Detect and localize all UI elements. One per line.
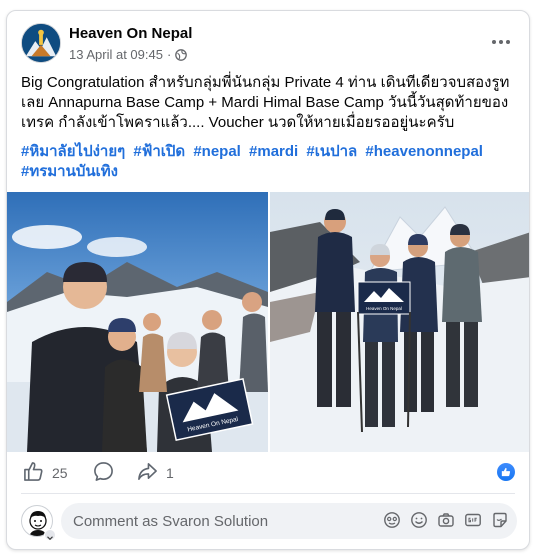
like-count: 25 [52, 465, 68, 481]
post-meta: 13 April at 09:45 · [69, 47, 188, 62]
sticker-icon[interactable] [383, 511, 401, 529]
photo-gallery: Heaven On Nepal Heaven On Nepal [7, 192, 529, 452]
share-count: 1 [166, 465, 174, 481]
meta-separator: · [166, 47, 172, 62]
hashtag-link[interactable]: #ฟ้าเปิด [133, 143, 185, 160]
post-header: Heaven On Nepal 13 April at 09:45 · [7, 11, 529, 69]
divider [21, 493, 515, 494]
comment-icon [93, 461, 114, 485]
comment-tools [383, 511, 509, 529]
comment-input[interactable] [73, 512, 373, 530]
chevron-down-icon[interactable] [44, 529, 56, 541]
post-stats: 25 1 [7, 457, 529, 489]
gif-icon[interactable] [464, 511, 482, 529]
post-body-line: เลย Annapurna Base Camp + Mardi Himal Ba… [21, 94, 509, 111]
camera-icon[interactable] [437, 511, 455, 529]
more-icon[interactable] [487, 33, 515, 51]
emoji-icon[interactable] [410, 511, 428, 529]
hashtag-link[interactable]: #heavenonnepal [365, 143, 483, 160]
hashtag-link[interactable]: #เนปาล [306, 143, 357, 160]
share-button[interactable]: 1 [137, 461, 174, 485]
like-button[interactable]: 25 [23, 461, 68, 485]
globe-icon[interactable] [175, 48, 188, 61]
comment-input-container[interactable] [61, 503, 517, 539]
gift-sticker-icon[interactable] [491, 511, 509, 529]
post-body-line: Big Congratulation สำหรับกลุ่มพี่นันกลุ่… [21, 74, 510, 91]
hashtag-list: #หิมาลัยไปง่ายๆ #ฟ้าเปิด #nepal #mardi #… [21, 142, 501, 182]
like-icon [23, 461, 44, 485]
photo-sign-text: Heaven On Nepal [366, 306, 402, 311]
comment-button[interactable] [93, 461, 114, 485]
hashtag-link[interactable]: #หิมาลัยไปง่ายๆ [21, 143, 125, 160]
post-body-line: เทรค กำลังเข้าโพคราแล้ว.... Voucher นวดใ… [21, 114, 455, 131]
share-icon [137, 461, 158, 485]
hashtag-link[interactable]: #ทรมานบันเทิง [21, 163, 118, 180]
post-timestamp[interactable]: 13 April at 09:45 [69, 47, 163, 62]
hashtag-link[interactable]: #mardi [249, 143, 298, 160]
hashtag-link[interactable]: #nepal [193, 143, 241, 160]
photo-group-standing[interactable]: Heaven On Nepal [270, 192, 529, 452]
like-badge-icon [497, 463, 515, 481]
comment-composer [7, 501, 529, 545]
page-avatar[interactable] [21, 23, 61, 63]
post-card: Heaven On Nepal 13 April at 09:45 · Big … [6, 10, 530, 550]
page-name[interactable]: Heaven On Nepal [69, 25, 192, 42]
photo-group-selfie[interactable]: Heaven On Nepal [7, 192, 268, 452]
post-body: Big Congratulation สำหรับกลุ่มพี่นันกลุ่… [21, 73, 521, 133]
